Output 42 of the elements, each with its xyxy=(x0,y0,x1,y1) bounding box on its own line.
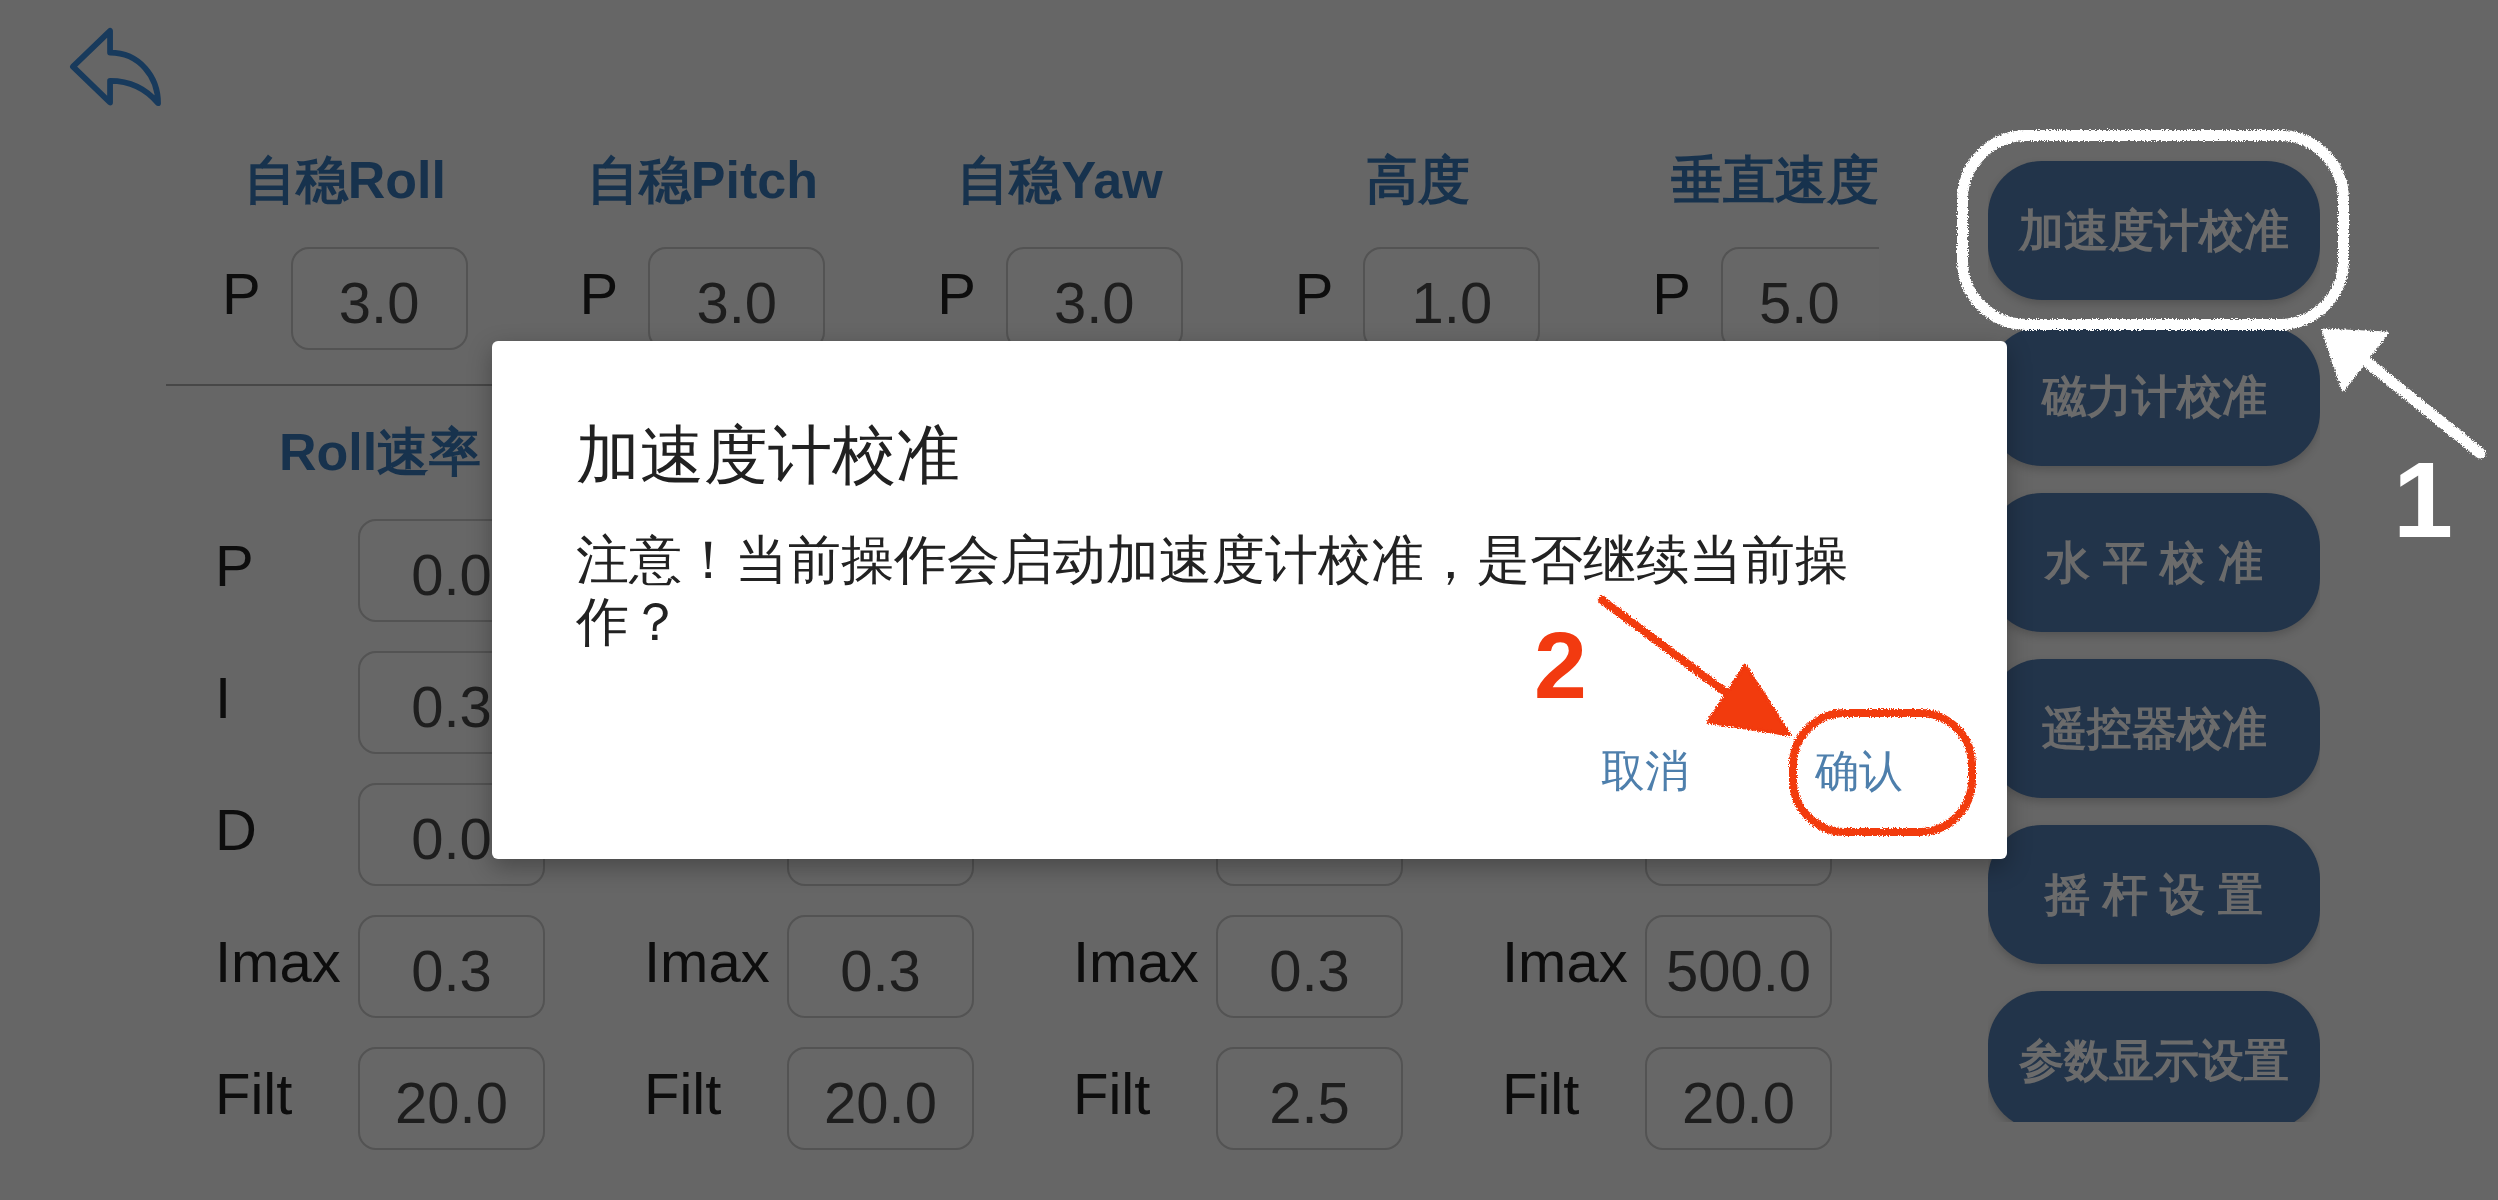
input-field[interactable]: 500.0 xyxy=(1645,915,1832,1018)
parameter-label: Imax xyxy=(1502,927,1629,996)
parameter-label: P xyxy=(937,259,976,328)
input-field[interactable]: 20.0 xyxy=(787,1047,974,1150)
column-heading: 自稳Pitch xyxy=(586,150,818,210)
parameter-label: P xyxy=(1652,259,1691,328)
calibration-button[interactable]: 参数显示设置 xyxy=(1988,991,2320,1122)
parameter-label: Imax xyxy=(215,927,342,996)
input-field[interactable] xyxy=(787,859,974,886)
column-heading: Roll速率 xyxy=(278,422,482,482)
parameter-label: P xyxy=(579,259,619,328)
parameter-label: P xyxy=(1294,259,1334,328)
input-field[interactable] xyxy=(1645,859,1832,886)
column-heading: 自稳Roll xyxy=(243,150,446,210)
parameter-label: Imax xyxy=(644,927,771,996)
calibration-button[interactable]: 加速度计校准 xyxy=(1988,161,2320,300)
dialog-button[interactable]: 确认 xyxy=(1794,727,1923,815)
parameter-label: Filt xyxy=(215,1059,294,1128)
parameter-label: D xyxy=(215,795,258,864)
column-heading: 自稳Yaw xyxy=(957,150,1163,210)
dialog-button[interactable]: 取消 xyxy=(1580,727,1709,815)
input-field[interactable]: 20.0 xyxy=(1645,1047,1832,1150)
input-field[interactable]: 2.5 xyxy=(1216,1047,1403,1150)
input-field[interactable]: 20.0 xyxy=(358,1047,545,1150)
input-field[interactable]: 0.3 xyxy=(1216,915,1403,1018)
column-heading: 高度 xyxy=(1365,150,1470,210)
input-field[interactable]: 0.3 xyxy=(787,915,974,1018)
parameter-label: Filt xyxy=(1502,1059,1581,1128)
input-field[interactable]: 3.0 xyxy=(290,247,468,350)
calibration-button[interactable]: 摇 杆 设 置 xyxy=(1988,825,2320,964)
column-heading: 垂直速度 xyxy=(1671,150,1880,210)
parameter-label: P xyxy=(215,531,255,600)
parameter-label: I xyxy=(215,663,233,732)
parameter-label: Filt xyxy=(1073,1059,1152,1128)
parameter-label: Imax xyxy=(1073,927,1200,996)
input-field[interactable] xyxy=(1216,859,1403,886)
annotation-number: 1 xyxy=(2393,446,2454,554)
input-field[interactable]: 0.3 xyxy=(358,915,545,1018)
parameter-label: P xyxy=(221,259,261,328)
back-icon[interactable] xyxy=(69,27,162,107)
dialog-title: 加速度计校准 xyxy=(575,418,961,493)
parameter-label: Filt xyxy=(644,1059,723,1128)
